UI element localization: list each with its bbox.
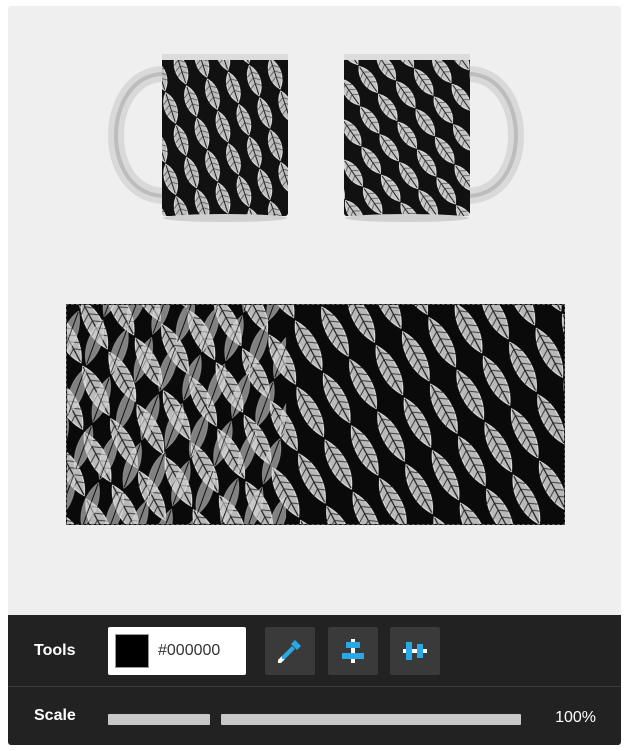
eyedropper-icon [278,640,301,663]
eyedropper-button[interactable] [265,627,315,675]
scale-value: 100% [555,709,596,726]
editor-panel: Tools #000000 Scale 100% [8,6,621,745]
scale-label: Scale [34,707,76,724]
scale-toolbar: Scale 100% [8,687,621,745]
mug-preview-left [92,44,302,224]
feather-pattern-image [67,305,564,524]
tools-label: Tools [34,641,76,659]
align-vertical-center-icon [342,639,364,663]
mug-preview-right [330,44,540,224]
mug-left-image [108,54,288,222]
align-horizontal-center-icon [403,642,427,660]
design-canvas[interactable] [66,304,565,525]
scale-slider-track-left[interactable] [108,714,210,725]
color-swatch[interactable] [115,634,149,668]
color-picker-field[interactable]: #000000 [108,627,246,675]
scale-slider-track-right[interactable] [221,714,521,725]
align-vertical-center-button[interactable] [328,627,378,675]
tools-toolbar: Tools #000000 [8,615,621,686]
color-hex-value[interactable]: #000000 [158,642,220,660]
align-horizontal-center-button[interactable] [390,627,440,675]
mug-right-image [344,54,524,222]
